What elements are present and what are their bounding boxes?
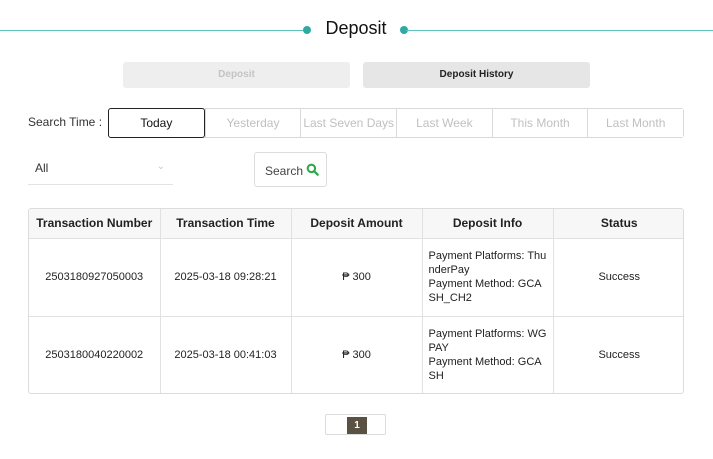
tab-deposit-history[interactable]: Deposit History — [363, 62, 590, 88]
cell-transaction-number: 2503180040220002 — [29, 316, 161, 393]
time-range-selector: Today Yesterday Last Seven Days Last Wee… — [108, 108, 684, 138]
cell-deposit-amount: ₱ 300 — [291, 238, 423, 317]
time-option-last-month[interactable]: Last Month — [587, 109, 684, 137]
cell-status: Success — [553, 238, 683, 317]
cell-transaction-time: 2025-03-18 09:28:21 — [160, 238, 292, 317]
header-transaction-time: Transaction Time — [160, 209, 292, 239]
time-option-last-week[interactable]: Last Week — [396, 109, 492, 137]
header-divider-right — [406, 30, 713, 31]
time-option-last-seven-days[interactable]: Last Seven Days — [300, 109, 397, 137]
time-option-yesterday[interactable]: Yesterday — [204, 109, 301, 137]
header-transaction-number: Transaction Number — [29, 209, 161, 239]
cell-status: Success — [598, 349, 641, 362]
header-status: Status — [553, 209, 683, 239]
status-select-value: All — [35, 161, 49, 175]
header-dot-left — [303, 26, 311, 34]
cell-deposit-info: Payment Platforms: ThunderPay Payment Me… — [422, 238, 554, 317]
search-button-label: Search — [265, 164, 304, 178]
time-option-this-month[interactable]: This Month — [491, 109, 588, 137]
page-button-current[interactable]: 1 — [347, 417, 367, 434]
table-row: 2503180040220002 2025-03-18 00:41:03 ₱ 3… — [29, 316, 683, 393]
status-select[interactable]: All ⌄ — [28, 152, 173, 185]
header-divider-left — [0, 30, 304, 31]
page-title: Deposit — [325, 18, 387, 38]
search-icon — [306, 163, 319, 176]
info-payment-method: Payment Method: GCASH_CH2 — [428, 278, 542, 304]
search-time-label: Search Time : — [28, 115, 103, 129]
chevron-down-icon: ⌄ — [156, 161, 165, 172]
cell-deposit-amount: ₱ 300 — [291, 316, 423, 393]
cell-deposit-info: Payment Platforms: WGPAY Payment Method:… — [422, 316, 554, 393]
page-header: Deposit — [0, 14, 713, 46]
info-payment-method: Payment Method: GCASH — [428, 356, 542, 383]
info-payment-platform: Payment Platforms: ThunderPay — [428, 250, 547, 276]
header-deposit-info: Deposit Info — [422, 209, 554, 239]
pagination: 1 — [325, 414, 386, 435]
table-header-row: Transaction Number Transaction Time Depo… — [29, 209, 683, 239]
info-payment-platform: Payment Platforms: WGPAY — [428, 328, 547, 355]
transaction-table: Transaction Number Transaction Time Depo… — [28, 208, 684, 394]
tab-deposit[interactable]: Deposit — [123, 62, 350, 88]
search-button[interactable]: Search — [254, 152, 327, 187]
cell-transaction-number: 2503180927050003 — [29, 238, 161, 317]
header-deposit-amount: Deposit Amount — [291, 209, 423, 239]
cell-transaction-time: 2025-03-18 00:41:03 — [160, 316, 292, 393]
time-option-today[interactable]: Today — [108, 108, 205, 138]
table-row: 2503180927050003 2025-03-18 09:28:21 ₱ 3… — [29, 238, 683, 317]
